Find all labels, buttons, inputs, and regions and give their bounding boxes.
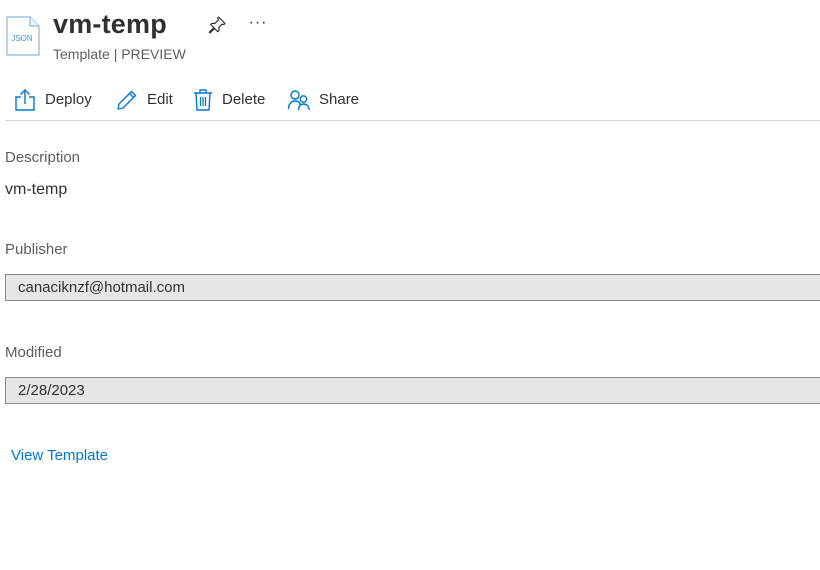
ellipsis-icon: ···: [248, 14, 268, 31]
pin-button[interactable]: [206, 14, 228, 36]
deploy-button[interactable]: Deploy: [13, 84, 92, 116]
toolbar-divider: [5, 120, 820, 121]
json-file-icon: JSON: [6, 16, 40, 56]
description-value: vm-temp: [5, 181, 68, 198]
modified-label: Modified: [5, 344, 62, 361]
delete-label: Delete: [222, 91, 266, 108]
page-subtitle: Template | PREVIEW: [53, 46, 186, 62]
publisher-field[interactable]: canaciknzf@hotmail.com: [5, 274, 820, 301]
delete-button[interactable]: Delete: [192, 84, 265, 116]
publisher-label: Publisher: [5, 241, 68, 258]
share-button[interactable]: Share: [287, 84, 359, 116]
modified-field[interactable]: 2/28/2023: [5, 377, 820, 404]
deploy-label: Deploy: [45, 91, 92, 108]
more-options-button[interactable]: ···: [247, 12, 269, 34]
pencil-icon: [117, 90, 137, 110]
page-header: JSON vm-temp Template | PREVIEW ···: [0, 0, 820, 70]
publisher-value: canaciknzf@hotmail.com: [18, 279, 185, 296]
description-label: Description: [5, 149, 81, 166]
upload-icon: [15, 89, 35, 111]
file-icon-text: JSON: [11, 34, 33, 43]
edit-label: Edit: [147, 91, 173, 108]
command-bar: Deploy Edit Delete Share: [0, 84, 820, 116]
view-template-link[interactable]: View Template: [11, 446, 108, 466]
page-title: vm-temp: [53, 9, 167, 39]
edit-button[interactable]: Edit: [115, 84, 173, 116]
template-page: JSON vm-temp Template | PREVIEW ··· Depl…: [0, 0, 820, 570]
pin-icon: [208, 16, 226, 34]
trash-icon: [194, 89, 212, 111]
people-icon: [287, 90, 310, 111]
share-label: Share: [319, 91, 360, 108]
modified-value: 2/28/2023: [18, 382, 85, 399]
